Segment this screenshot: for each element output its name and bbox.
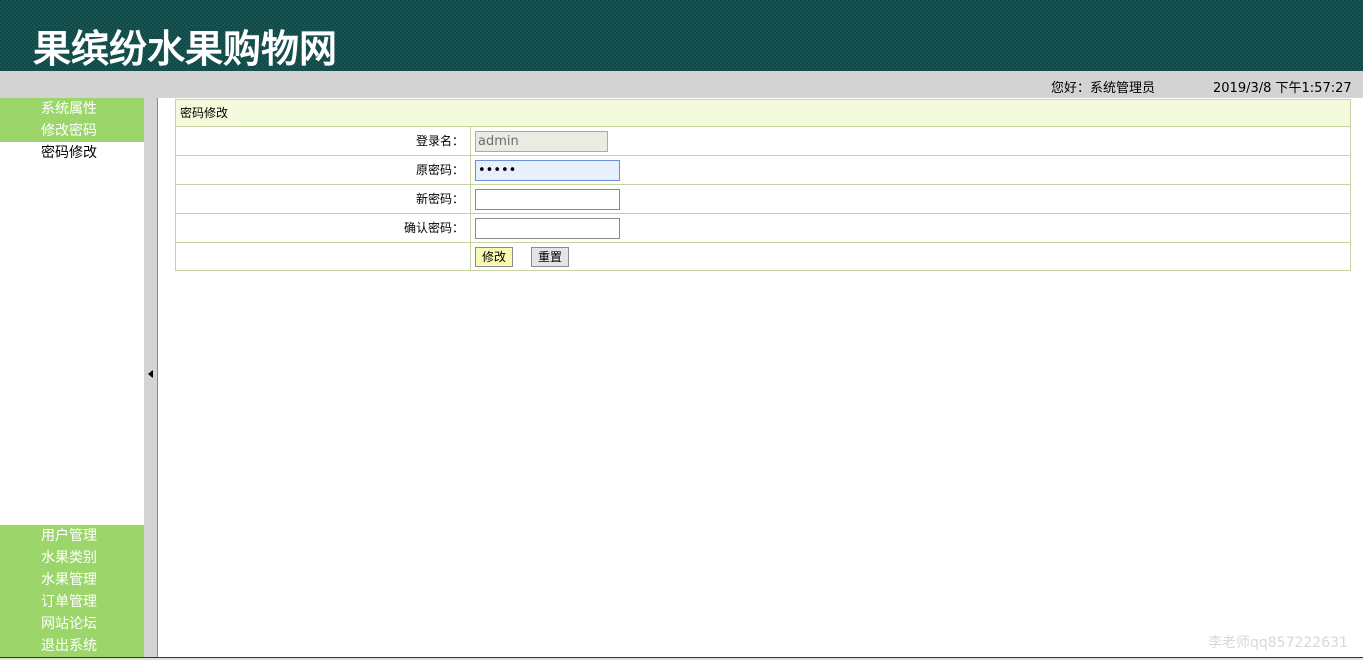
sidebar-item-logout[interactable]: 退出系统 xyxy=(0,635,144,657)
login-name-field: admin xyxy=(475,131,608,152)
site-header: 果缤纷水果购物网 xyxy=(0,0,1363,71)
status-bar: 您好：系统管理员 2019/3/8 下午1:57:27 xyxy=(0,71,1363,98)
sidebar-item-fruit-category[interactable]: 水果类别 xyxy=(0,547,144,569)
sidebar-subitem-password-edit[interactable]: 密码修改 xyxy=(41,144,97,162)
watermark: 李老师qq857222631 xyxy=(1208,635,1348,651)
new-password-input[interactable] xyxy=(475,189,620,210)
submit-button[interactable]: 修改 xyxy=(475,247,514,267)
sidebar-item-fruit-management[interactable]: 水果管理 xyxy=(0,569,144,591)
old-password-value-cell: ••••• xyxy=(472,156,1350,184)
password-form-panel: 密码修改 登录名： admin 原密码： ••••• 新密码： 确认密码： 修改… xyxy=(175,99,1351,271)
site-title: 果缤纷水果购物网 xyxy=(33,27,338,71)
sidebar-splitter[interactable] xyxy=(144,98,158,660)
form-row-new-password: 新密码： xyxy=(176,185,1350,214)
sidebar-item-forum[interactable]: 网站论坛 xyxy=(0,613,144,635)
panel-title: 密码修改 xyxy=(176,100,1350,127)
old-password-input[interactable]: ••••• xyxy=(475,160,620,181)
confirm-password-input[interactable] xyxy=(475,218,620,239)
confirm-password-value-cell xyxy=(472,214,1350,242)
old-password-label: 原密码： xyxy=(176,156,471,184)
login-value-cell: admin xyxy=(472,127,1350,155)
sidebar-item-system-properties[interactable]: 系统属性 xyxy=(0,98,144,120)
actions-label-cell xyxy=(176,243,471,271)
form-row-login: 登录名： admin xyxy=(176,127,1350,156)
collapse-arrow-icon[interactable] xyxy=(148,370,153,378)
sidebar: 系统属性 修改密码 密码修改 用户管理 水果类别 水果管理 订单管理 网站论坛 … xyxy=(0,98,144,660)
form-row-actions: 修改 重置 xyxy=(176,243,1350,272)
new-password-value-cell xyxy=(472,185,1350,213)
sidebar-item-user-management[interactable]: 用户管理 xyxy=(0,525,144,547)
confirm-password-label: 确认密码： xyxy=(176,214,471,242)
form-row-confirm-password: 确认密码： xyxy=(176,214,1350,243)
login-label: 登录名： xyxy=(176,127,471,155)
user-greeting: 您好：系统管理员 xyxy=(1051,81,1156,96)
reset-button[interactable]: 重置 xyxy=(531,247,570,267)
current-datetime: 2019/3/8 下午1:57:27 xyxy=(1213,81,1352,96)
actions-cell: 修改 重置 xyxy=(472,243,1350,271)
sidebar-item-order-management[interactable]: 订单管理 xyxy=(0,591,144,613)
sidebar-item-change-password[interactable]: 修改密码 xyxy=(0,120,144,142)
form-row-old-password: 原密码： ••••• xyxy=(176,156,1350,185)
new-password-label: 新密码： xyxy=(176,185,471,213)
